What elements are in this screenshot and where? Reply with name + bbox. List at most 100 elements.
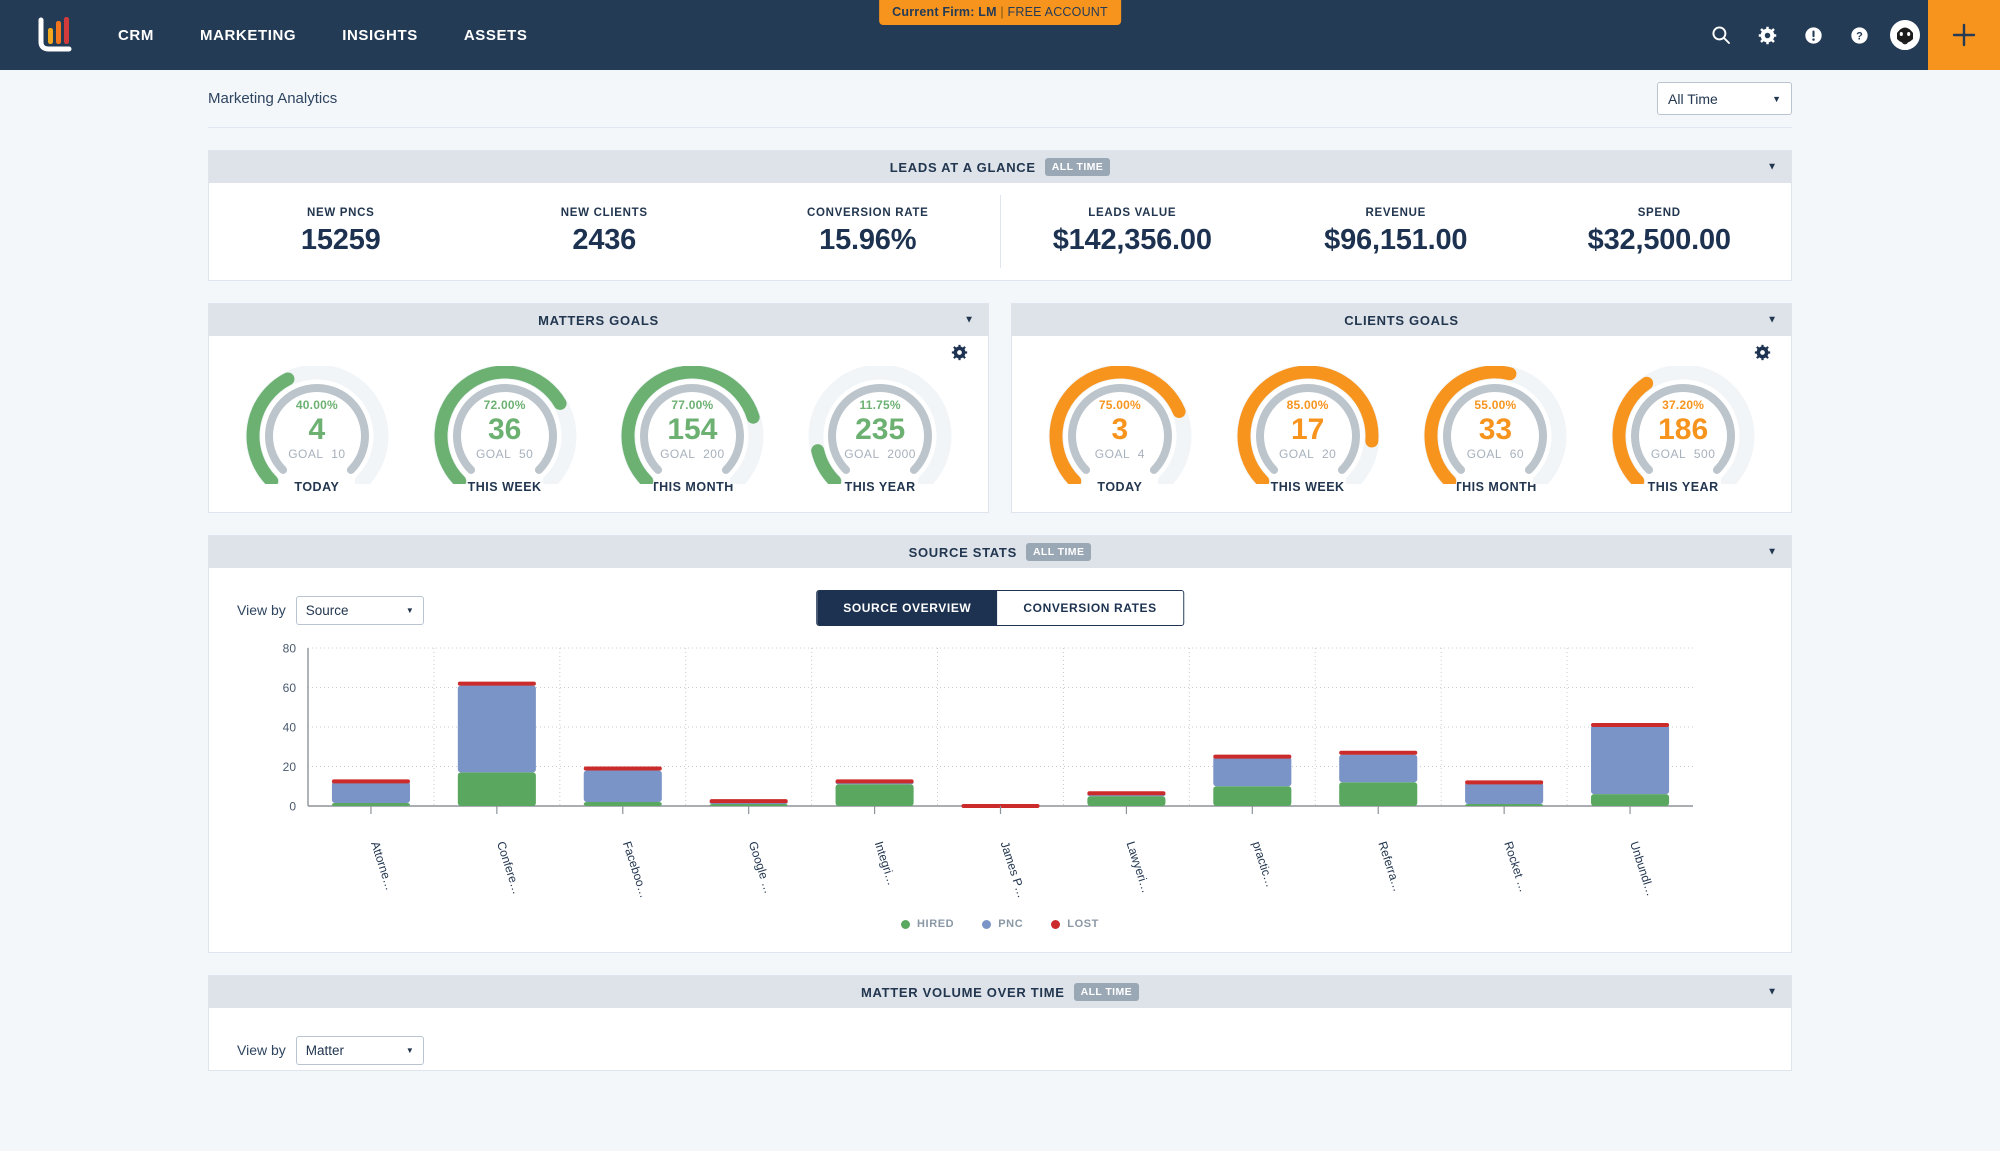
- bar-segment-hired: [1213, 786, 1291, 806]
- x-axis-category-label: Lawyeri…: [1124, 840, 1154, 895]
- bar-segment-hired: [1591, 794, 1669, 806]
- source-stats-panel: SOURCE STATS ALL TIME ▼ View by Source ▼…: [208, 535, 1792, 953]
- gauge-this-month: 77.00%154GOAL 200THIS MONTH: [599, 366, 787, 494]
- nav-item-marketing[interactable]: MARKETING: [200, 27, 296, 44]
- x-axis-category-label: Confere…: [494, 840, 524, 896]
- bar-group: [584, 767, 662, 807]
- nav-item-assets[interactable]: ASSETS: [464, 27, 528, 44]
- date-range-value: All Time: [1668, 91, 1718, 107]
- alert-icon[interactable]: [1790, 0, 1836, 70]
- gauge-graphic: 85.00%17GOAL 20: [1232, 366, 1384, 484]
- panel-body: 75.00%3GOAL 4TODAY85.00%17GOAL 20THIS WE…: [1012, 336, 1791, 512]
- bar-group: [1465, 780, 1543, 806]
- date-range-select[interactable]: All Time ▼: [1657, 82, 1792, 115]
- panel-header: CLIENTS GOALS ▼: [1012, 304, 1791, 336]
- kpi-value: 15.96%: [736, 224, 1000, 257]
- bar-segment-hired: [710, 804, 788, 806]
- tab-conversion-rates[interactable]: CONVERSION RATES: [997, 591, 1182, 625]
- x-axis-category-label: Attorne…: [368, 840, 397, 893]
- gear-icon[interactable]: [1744, 0, 1790, 70]
- avatar[interactable]: [1882, 0, 1928, 70]
- collapse-chevron-icon[interactable]: ▼: [1767, 315, 1777, 326]
- x-axis-category-label: Google …: [746, 840, 776, 896]
- gauge-this-month: 55.00%33GOAL 60THIS MONTH: [1402, 366, 1590, 494]
- breadcrumb-row: Marketing Analytics All Time ▼: [208, 70, 1792, 128]
- bar-group: [458, 682, 536, 806]
- x-axis-category-label: Faceboo…: [620, 840, 651, 900]
- bar-segment-lost: [1213, 755, 1291, 759]
- matters-goals-panel: MATTERS GOALS ▼ 40.00%4GOAL 10TODAY72.00…: [208, 303, 989, 513]
- status-badge: ALL TIME: [1026, 543, 1091, 561]
- svg-text:?: ?: [1856, 30, 1863, 42]
- bar-group: [332, 779, 410, 806]
- chart-x-axis-labels: Attorne… Confere… Faceboo… Google … Integri……: [233, 839, 1769, 901]
- leads-at-a-glance-panel: LEADS AT A GLANCE ALL TIME ▼ NEW PNCS 15…: [208, 150, 1792, 281]
- status-badge: ALL TIME: [1045, 158, 1110, 176]
- panel-title-group: MATTER VOLUME OVER TIME ALL TIME: [861, 983, 1139, 1001]
- nav-item-crm[interactable]: CRM: [118, 27, 154, 44]
- gear-icon[interactable]: [951, 344, 968, 366]
- tab-source-overview[interactable]: SOURCE OVERVIEW: [817, 591, 997, 625]
- gauge-ring: [616, 366, 768, 484]
- panel-header: MATTERS GOALS ▼: [209, 304, 988, 336]
- bar-segment-lost: [332, 779, 410, 783]
- bar-group: [1339, 751, 1417, 806]
- collapse-chevron-icon[interactable]: ▼: [964, 315, 974, 326]
- collapse-chevron-icon[interactable]: ▼: [1767, 987, 1777, 998]
- view-by-matter-value: Matter: [306, 1043, 344, 1058]
- source-view-tabs: SOURCE OVERVIEW CONVERSION RATES: [816, 590, 1184, 626]
- bar-segment-hired: [458, 772, 536, 806]
- view-by-source-value: Source: [306, 603, 349, 618]
- nav-item-insights[interactable]: INSIGHTS: [342, 27, 418, 44]
- bar-chart-logo-icon: [35, 16, 75, 54]
- firm-separator: |: [997, 5, 1008, 19]
- y-axis-tick-label: 20: [283, 760, 297, 774]
- gauge-ring: [1419, 366, 1571, 484]
- gauge-graphic: 11.75%235GOAL 2000: [804, 366, 956, 484]
- breadcrumb: Marketing Analytics: [208, 90, 337, 107]
- gauge-ring: [1607, 366, 1759, 484]
- panel-title: MATTERS GOALS: [538, 313, 659, 328]
- add-button[interactable]: [1928, 0, 2000, 70]
- kpi-value: 2436: [473, 224, 737, 257]
- legend-swatch-lost: [1051, 920, 1060, 929]
- kpi-label: SPEND: [1528, 207, 1792, 219]
- current-firm-badge[interactable]: Current Firm: LM | FREE ACCOUNT: [879, 0, 1121, 25]
- bar-segment-hired: [1465, 804, 1543, 806]
- status-badge: ALL TIME: [1074, 983, 1139, 1001]
- bar-segment-lost: [1339, 751, 1417, 755]
- view-by-label: View by: [237, 1042, 286, 1058]
- matter-controls-row: View by Matter ▼: [209, 1008, 1791, 1070]
- panel-body: 40.00%4GOAL 10TODAY72.00%36GOAL 50THIS W…: [209, 336, 988, 512]
- bar-segment-pnc: [584, 770, 662, 802]
- panel-title: MATTER VOLUME OVER TIME: [861, 985, 1065, 1000]
- bar-segment-hired: [1087, 796, 1165, 806]
- view-by-matter-select[interactable]: Matter ▼: [296, 1036, 424, 1065]
- gauge-this-week: 85.00%17GOAL 20THIS WEEK: [1214, 366, 1402, 494]
- y-axis-tick-label: 0: [289, 800, 296, 814]
- legend-label: HIRED: [917, 918, 954, 930]
- help-icon[interactable]: ?: [1836, 0, 1882, 70]
- gear-row: [1012, 336, 1791, 366]
- kpi-leads-value: LEADS VALUE $142,356.00: [1001, 207, 1265, 257]
- app-logo[interactable]: [0, 16, 110, 54]
- kpi-value: $142,356.00: [1001, 224, 1265, 257]
- x-axis-category-label: Integri…: [872, 840, 899, 887]
- search-icon[interactable]: [1698, 0, 1744, 70]
- gauge-ring: [1232, 366, 1384, 484]
- gauge-graphic: 55.00%33GOAL 60: [1419, 366, 1571, 484]
- kpi-row: NEW PNCS 15259 NEW CLIENTS 2436 CONVERSI…: [209, 183, 1791, 280]
- gauge-ring: [804, 366, 956, 484]
- view-by-source-select[interactable]: Source ▼: [296, 596, 424, 625]
- kpi-value: $32,500.00: [1528, 224, 1792, 257]
- collapse-chevron-icon[interactable]: ▼: [1767, 162, 1777, 173]
- panel-header: LEADS AT A GLANCE ALL TIME ▼: [209, 151, 1791, 183]
- bar-segment-pnc: [1213, 757, 1291, 787]
- collapse-chevron-icon[interactable]: ▼: [1767, 547, 1777, 558]
- bar-segment-pnc: [1465, 782, 1543, 804]
- bar-segment-pnc: [332, 781, 410, 803]
- view-by-label: View by: [237, 602, 286, 618]
- chevron-down-icon: ▼: [406, 1046, 414, 1055]
- gear-icon[interactable]: [1754, 344, 1771, 366]
- bar-group: [710, 799, 788, 806]
